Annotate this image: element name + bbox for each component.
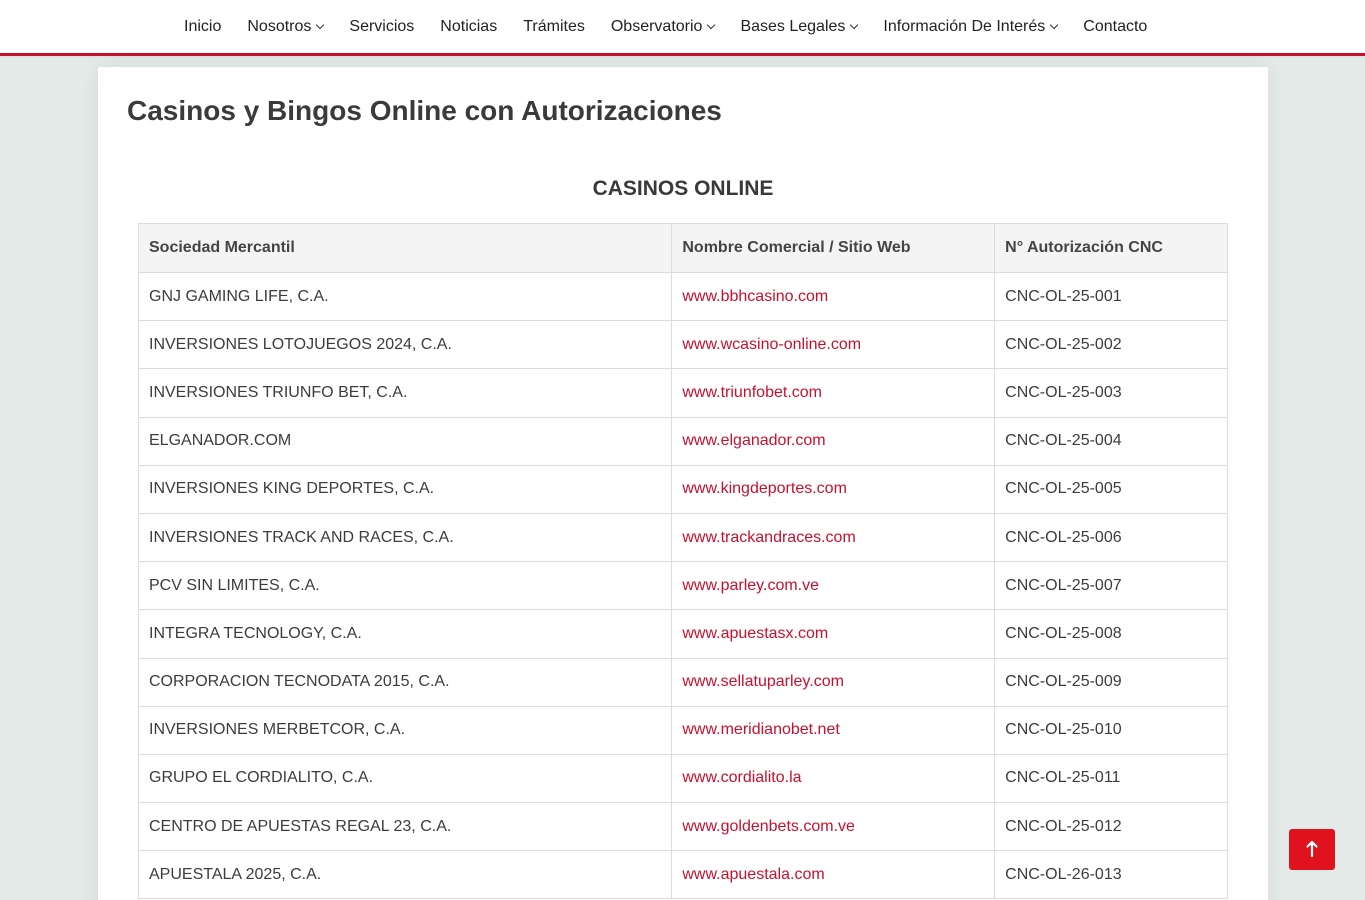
cell-sociedad: INVERSIONES TRACK AND RACES, C.A.: [137, 512, 673, 563]
table-row: PCV SIN LIMITES, C.A. www.parley.com.ve CN…: [137, 561, 1228, 611]
cell-autorizacion: CNC-OL-25-008: [994, 609, 1228, 659]
cell-autorizacion: CNC-OL-25-010: [994, 705, 1228, 755]
cell-sitio-web[interactable]: www.bbhcasino.com: [671, 271, 996, 322]
nav-item-tramites[interactable]: Trámites: [523, 18, 585, 36]
cell-sociedad: INVERSIONES KING DEPORTES, C.A.: [137, 464, 673, 514]
table-row: CENTRO DE APUESTAS REGAL 23, C.A. www.gol…: [137, 802, 1228, 852]
cell-sitio-web[interactable]: www.apuestasx.com: [671, 609, 996, 659]
table-row: INVERSIONES TRIUNFO BET, C.A. www.triunfo…: [137, 368, 1228, 418]
chevron-down-icon: [1050, 20, 1059, 29]
cell-autorizacion: CNC-OL-25-002: [994, 320, 1228, 370]
nav-item-label: Noticias: [440, 17, 498, 35]
table-row: INVERSIONES TRACK AND RACES, C.A. www.tra…: [137, 512, 1228, 563]
table-row: ELGANADOR.COM www.elganador.com CNC-OL-25-…: [137, 416, 1228, 466]
section-title: CASINOS ONLINE: [592, 177, 774, 200]
chevron-down-icon: [850, 20, 859, 29]
cell-sociedad: ELGANADOR.COM: [137, 416, 673, 466]
header-autorizacion: N° Autorización CNC: [994, 223, 1228, 273]
nav-item-informacion-de-interes[interactable]: Información De Interés: [883, 17, 1059, 36]
cell-sociedad: PCV SIN LIMITES, C.A.: [137, 561, 673, 611]
cell-autorizacion: CNC-OL-25-009: [994, 657, 1228, 707]
chevron-down-icon: [316, 20, 325, 29]
nav-item-label: Trámites: [523, 17, 585, 35]
nav-item-noticias[interactable]: Noticias: [440, 18, 497, 36]
cell-sociedad: INVERSIONES LOTOJUEGOS 2024, C.A.: [137, 320, 673, 370]
nav-item-label: Inicio: [184, 17, 222, 35]
scroll-to-top-button[interactable]: [1289, 829, 1335, 870]
nav-item-inicio[interactable]: Inicio: [184, 18, 221, 36]
table-row: INTEGRA TECNOLOGY, C.A. www.apuestasx.com…: [137, 609, 1228, 659]
nav-item-bases-legales[interactable]: Bases Legales: [740, 17, 859, 36]
cell-autorizacion: CNC-OL-25-006: [994, 512, 1228, 563]
table-row: APUESTALA 2025, C.A. www.apuestala.com CNC…: [137, 850, 1228, 900]
cell-autorizacion: CNC-OL-25-001: [994, 271, 1228, 322]
content-card: Casinos y Bingos Online con Autorizacion…: [98, 67, 1268, 900]
nav-item-servicios[interactable]: Servicios: [349, 18, 414, 36]
cell-autorizacion: CNC-OL-25-004: [994, 416, 1228, 466]
cell-autorizacion: CNC-OL-25-007: [994, 561, 1228, 611]
cell-sociedad: CENTRO DE APUESTAS REGAL 23, C.A.: [137, 802, 673, 852]
nav-item-label: Información De Interés: [883, 17, 1046, 35]
cell-sitio-web[interactable]: www.goldenbets.com.ve: [671, 802, 996, 852]
nav-item-label: Bases Legales: [740, 17, 846, 35]
cell-sociedad: INTEGRA TECNOLOGY, C.A.: [137, 609, 673, 659]
cell-sitio-web[interactable]: www.kingdeportes.com: [671, 464, 996, 514]
cell-sitio-web[interactable]: www.trackandraces.com: [671, 512, 996, 563]
nav-item-nosotros[interactable]: Nosotros: [247, 17, 325, 36]
table-row: GNJ GAMING LIFE, C.A. www.bbhcasino.com CN…: [137, 271, 1228, 322]
cell-sitio-web[interactable]: www.elganador.com: [671, 416, 996, 466]
table-header-row: Sociedad Mercantil Nombre Comercial / Si…: [137, 223, 1228, 273]
table-row: GRUPO EL CORDIALITO, C.A. www.cordialito.…: [137, 753, 1228, 804]
nav-item-label: Observatorio: [610, 17, 703, 35]
table-row: CORPORACION TECNODATA 2015, C.A. www.sell…: [137, 657, 1228, 707]
cell-sitio-web[interactable]: www.apuestala.com: [671, 850, 996, 900]
cell-sitio-web[interactable]: www.cordialito.la: [671, 753, 996, 804]
header-sitio-web: Nombre Comercial / Sitio Web: [671, 223, 996, 273]
cell-sitio-web[interactable]: www.parley.com.ve: [671, 561, 996, 611]
cell-sitio-web[interactable]: www.wcasino-online.com: [671, 320, 996, 370]
cell-autorizacion: CNC-OL-25-005: [994, 464, 1228, 514]
nav-item-contacto[interactable]: Contacto: [1083, 18, 1147, 36]
cell-sitio-web[interactable]: www.meridianobet.net: [671, 705, 996, 755]
cell-sitio-web[interactable]: www.triunfobet.com: [671, 368, 996, 418]
cell-autorizacion: CNC-OL-26-013: [994, 850, 1228, 900]
cell-sociedad: INVERSIONES TRIUNFO BET, C.A.: [137, 368, 673, 418]
arrow-up-icon: [1306, 840, 1318, 858]
cell-sociedad: CORPORACION TECNODATA 2015, C.A.: [137, 657, 673, 707]
table-row: INVERSIONES MERBETCOR, C.A. www.meridiano…: [137, 705, 1228, 755]
nav-item-label: Servicios: [349, 17, 415, 35]
cell-sitio-web[interactable]: www.sellatuparley.com: [671, 657, 996, 707]
cell-sociedad: GRUPO EL CORDIALITO, C.A.: [137, 753, 673, 804]
header-sociedad: Sociedad Mercantil: [137, 223, 673, 273]
cell-autorizacion: CNC-OL-25-012: [994, 802, 1228, 852]
table-row: INVERSIONES KING DEPORTES, C.A. www.kingd…: [137, 464, 1228, 514]
nav-item-label: Contacto: [1083, 17, 1148, 35]
chevron-down-icon: [707, 20, 716, 29]
nav-item-label: Nosotros: [247, 17, 312, 35]
table-row: INVERSIONES LOTOJUEGOS 2024, C.A. www.wca…: [137, 320, 1228, 370]
page-title: Casinos y Bingos Online con Autorizacion…: [127, 95, 722, 126]
cell-autorizacion: CNC-OL-25-011: [994, 753, 1228, 804]
cell-sociedad: APUESTALA 2025, C.A.: [137, 850, 673, 900]
nav-item-observatorio[interactable]: Observatorio: [610, 17, 716, 36]
cell-sociedad: GNJ GAMING LIFE, C.A.: [137, 271, 673, 322]
main-menu: Inicio Nosotros Servicios Noticias Trámites O…: [184, 0, 1147, 53]
casinos-table: Sociedad Mercantil Nombre Comercial / Si…: [137, 223, 1228, 900]
top-navigation: Inicio Nosotros Servicios Noticias Trámites O…: [0, 0, 1365, 56]
cell-sociedad: INVERSIONES MERBETCOR, C.A.: [137, 705, 673, 755]
cell-autorizacion: CNC-OL-25-003: [994, 368, 1228, 418]
